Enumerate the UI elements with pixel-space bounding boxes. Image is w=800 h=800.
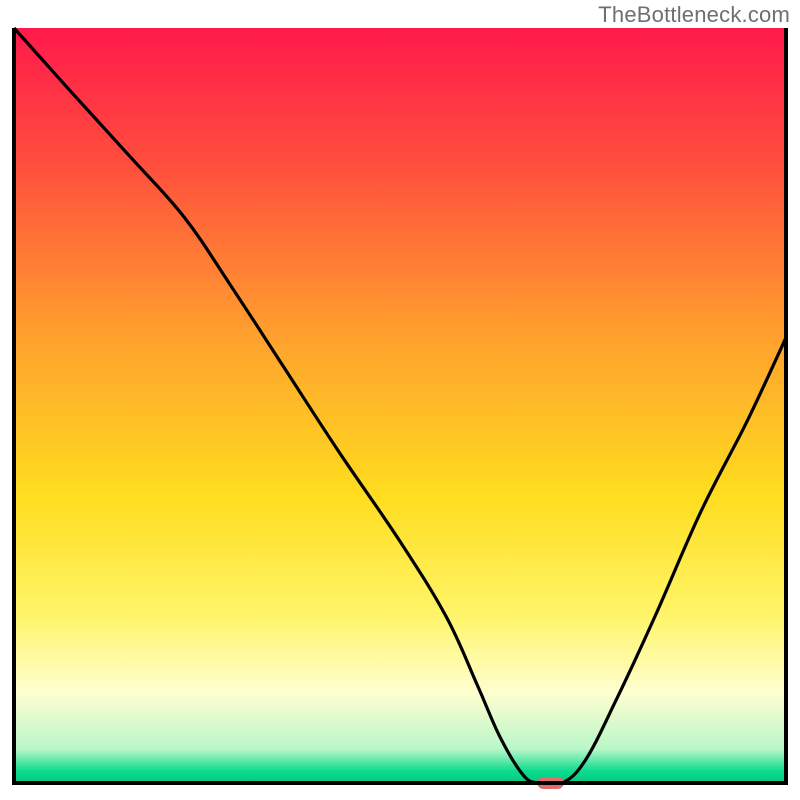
chart-container: TheBottleneck.com — [0, 0, 800, 800]
bottleneck-chart — [0, 0, 800, 800]
gradient-background — [14, 28, 786, 783]
plot-area — [14, 28, 786, 789]
